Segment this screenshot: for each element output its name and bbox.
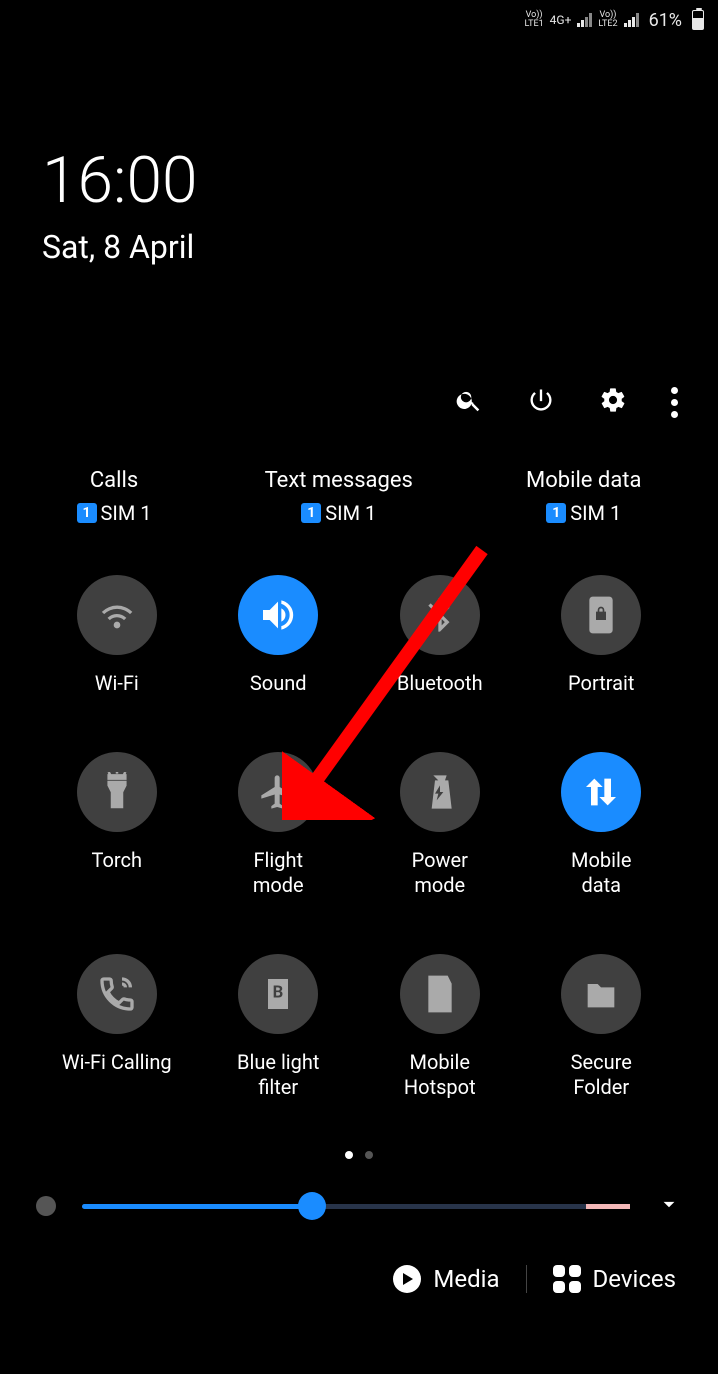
expand-brightness-icon[interactable]: [656, 1191, 682, 1221]
blue-light-icon: B: [258, 974, 298, 1014]
brightness-icon: [36, 1196, 56, 1216]
page-indicator[interactable]: [0, 1100, 718, 1163]
status-bar: Vo))LTE1 4G+ Vo))LTE2 61%: [0, 0, 718, 36]
clock-header: 16:00 Sat, 8 April: [0, 36, 718, 266]
hotspot-icon: [420, 974, 460, 1014]
svg-text:B: B: [273, 984, 284, 1003]
power-mode-icon: [420, 772, 460, 812]
signal-sim1-icon: [577, 13, 592, 27]
battery-percentage: 61%: [649, 10, 682, 31]
time-text: 16:00: [42, 146, 718, 216]
bluetooth-icon: [420, 595, 460, 635]
more-options-icon[interactable]: [671, 387, 678, 418]
wifi-calling-icon: [97, 974, 137, 1014]
toggle-flight-mode[interactable]: Flight mode: [198, 752, 360, 898]
toggle-wifi[interactable]: Wi-Fi: [36, 575, 198, 696]
media-button[interactable]: Media: [393, 1265, 499, 1293]
toggle-bluetooth[interactable]: Bluetooth: [359, 575, 521, 696]
secure-folder-icon: [581, 974, 621, 1014]
sim-pref-texts[interactable]: Text messages 1SIM 1: [265, 468, 413, 525]
wifi-icon: [97, 595, 137, 635]
sim-pref-calls[interactable]: Calls 1SIM 1: [77, 468, 152, 525]
search-icon[interactable]: [455, 386, 483, 418]
toggle-mobile-data[interactable]: Mobile data: [521, 752, 683, 898]
airplane-icon: [258, 772, 298, 812]
date-text: Sat, 8 April: [42, 228, 718, 266]
toggle-hotspot[interactable]: Mobile Hotspot: [359, 954, 521, 1100]
toggle-secure-folder[interactable]: Secure Folder: [521, 954, 683, 1100]
volume-icon: [258, 595, 298, 635]
signal-sim2-icon: [624, 13, 639, 27]
toggle-torch[interactable]: Torch: [36, 752, 198, 898]
toggle-power-mode[interactable]: Power mode: [359, 752, 521, 898]
sim-pref-data[interactable]: Mobile data 1SIM 1: [526, 468, 641, 525]
devices-icon: [553, 1265, 581, 1293]
portrait-lock-icon: [581, 595, 621, 635]
toggle-wifi-calling[interactable]: Wi-Fi Calling: [36, 954, 198, 1100]
devices-button[interactable]: Devices: [553, 1265, 676, 1293]
toggle-blue-light[interactable]: B Blue light filter: [198, 954, 360, 1100]
toggle-sound[interactable]: Sound: [198, 575, 360, 696]
mobile-data-icon: [581, 772, 621, 812]
play-icon: [393, 1265, 421, 1293]
toggle-portrait[interactable]: Portrait: [521, 575, 683, 696]
battery-icon: [692, 10, 704, 30]
power-icon[interactable]: [527, 386, 555, 418]
brightness-slider[interactable]: [82, 1204, 630, 1209]
settings-gear-icon[interactable]: [599, 386, 627, 418]
torch-icon: [97, 772, 137, 812]
